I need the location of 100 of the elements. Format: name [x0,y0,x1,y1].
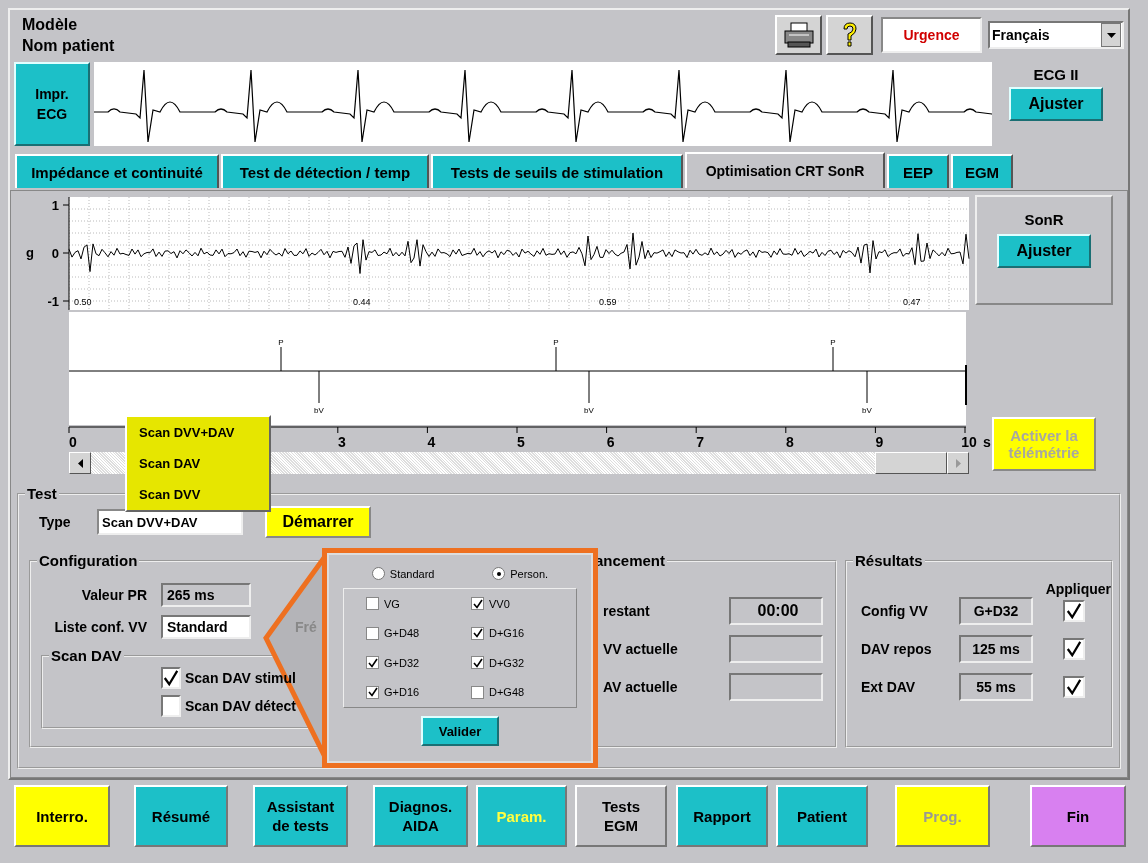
apply-checkbox[interactable] [1063,638,1085,660]
nav-button[interactable]: Résumé [134,785,228,847]
nav-button[interactable]: Interro. [14,785,110,847]
radio-button[interactable] [492,567,506,580]
print-ecg-button[interactable]: Impr. ECG [14,62,90,146]
nav-button[interactable]: Fin [1030,785,1126,847]
x-tick-label: 5 [517,434,525,450]
ecg-adjust-button[interactable]: Ajuster [1009,87,1103,121]
interval-label: 0.59 [599,297,617,307]
scroll-left-button[interactable] [69,452,91,474]
checkbox-label: D+G16 [489,627,525,640]
start-button[interactable]: Démarrer [265,506,371,538]
x-tick-label: 4 [427,434,436,450]
checkbox[interactable] [471,597,484,611]
nav-button[interactable]: Patient [776,785,868,847]
checkbox[interactable] [471,656,484,670]
tab[interactable]: Optimisation CRT SonR [685,152,885,188]
checkbox[interactable] [366,626,379,640]
x-tick-label: 10 [961,434,977,450]
checkbox[interactable] [366,597,379,611]
check-icon [163,669,179,687]
radio-label: Person. [510,567,549,580]
radio-button[interactable] [371,567,385,580]
x-tick-label: 9 [875,434,884,450]
check-icon [472,598,483,609]
pr-label: Valeur PR [80,587,148,603]
language-select[interactable]: Français [988,21,1124,49]
checkbox[interactable] [366,656,379,670]
progress-label: restant [602,603,650,619]
model-name: Modèle [22,15,79,35]
type-label: Type [38,514,72,530]
printer-icon [783,22,814,48]
checkbox-label: G+D32 [384,656,420,669]
checkbox[interactable] [471,685,484,699]
check-icon [1066,603,1082,619]
progress-label: VV actuelle [602,641,678,657]
tab[interactable]: Test de détection / temp [221,154,429,188]
check-icon [367,657,378,668]
check-icon [1066,679,1082,695]
question-mark-icon [840,21,859,49]
v-marker-label: bV [314,406,324,415]
checkbox-label: G+D16 [384,686,420,699]
nav-button[interactable]: Tests EGM [575,785,667,847]
x-tick-label: 7 [696,434,705,450]
x-tick-label: 6 [606,434,615,450]
vv-list-label: Liste conf. VV [53,619,148,635]
urgence-button[interactable]: Urgence [881,17,982,53]
menu-item[interactable]: Scan DVV+DAV [139,425,269,440]
help-button[interactable] [826,15,873,55]
scroll-thumb[interactable] [875,452,947,474]
x-tick-label: 0 [69,434,77,450]
tab[interactable]: EGM [951,154,1013,188]
dropdown-arrow-icon [1106,32,1116,38]
tab[interactable]: Tests de seuils de stimulation [431,154,683,188]
validate-button[interactable]: Valider [421,716,499,746]
progress-label: AV actuelle [602,679,678,695]
group-title: Scan DAV [50,647,123,664]
interval-label: 0.44 [353,297,371,307]
y-tick-label: -1 [47,294,59,309]
checkbox[interactable] [471,626,484,640]
menu-item[interactable]: Scan DVV [139,487,269,502]
checkbox-label: VG [384,597,400,610]
ecg-lead-label: ECG II [1033,66,1079,83]
scroll-right-button[interactable] [947,452,969,474]
nav-button[interactable]: Assistant de tests [253,785,348,847]
patient-name: Nom patient [22,36,116,56]
menu-item[interactable]: Scan DAV [139,456,269,471]
tab[interactable]: EEP [887,154,949,188]
result-label: Config VV [861,603,929,619]
result-value: 55 ms [959,673,1033,701]
nav-button[interactable]: Diagnos. AIDA [373,785,468,847]
p-marker-label: P [278,338,284,347]
apply-checkbox[interactable] [1063,676,1085,698]
nav-button[interactable]: Rapport [676,785,768,847]
y-tick-label: 1 [51,198,59,213]
y-tick-label: 0 [51,246,59,261]
checkbox[interactable] [366,685,379,699]
y-axis-unit: g [26,245,34,260]
v-marker-label: bV [862,406,872,415]
group-title: ancement [594,552,667,569]
right-arrow-icon [955,458,961,468]
check-icon [367,687,378,698]
apply-checkbox[interactable] [1063,600,1085,622]
sonr-adjust-button[interactable]: Ajuster [997,234,1091,268]
sonr-title: SonR [1024,211,1064,228]
vv-list-field[interactable]: Standard [161,615,251,639]
checkbox[interactable] [161,667,181,689]
apply-header: Appliquer [1044,581,1111,597]
progress-value: 00:00 [729,597,823,625]
checkbox-label: VV0 [489,597,510,610]
group-title: Configuration [38,552,139,569]
checkbox[interactable] [161,695,181,717]
checkbox-label: D+G32 [489,656,525,669]
print-button[interactable] [775,15,822,55]
tab[interactable]: Impédance et continuité [15,154,219,188]
check-icon [472,657,483,668]
interval-label: 0.50 [74,297,92,307]
result-label: Ext DAV [861,679,917,695]
result-value: 125 ms [959,635,1033,663]
checkbox-label: D+G48 [489,686,525,699]
